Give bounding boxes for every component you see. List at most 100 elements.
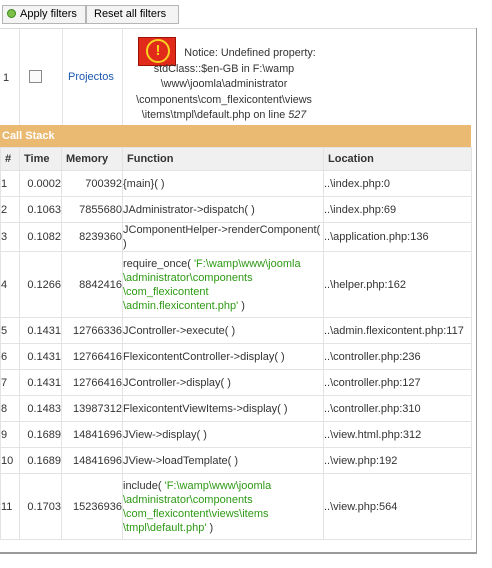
call-function: include( 'F:\wamp\www\joomla \administra… <box>122 473 324 540</box>
row-number: 1 <box>3 72 10 84</box>
call-time: 0.1082 <box>19 222 62 252</box>
call-index: 8 <box>0 395 20 422</box>
call-location: ..\view.html.php:312 <box>323 421 472 448</box>
call-time: 0.1689 <box>19 421 62 448</box>
apply-filters-label: Apply filters <box>20 8 77 20</box>
call-index: 2 <box>0 196 20 223</box>
call-memory: 8842416 <box>61 251 123 318</box>
call-memory: 14841696 <box>61 421 123 448</box>
function-name: JView->display( ) <box>123 428 207 441</box>
reset-filters-button[interactable]: Reset all filters <box>86 5 179 24</box>
call-stack-table: # Time Memory Function Location 1 0.0002 7… <box>0 147 472 540</box>
call-time: 0.1483 <box>19 395 62 422</box>
function-suffix: ) <box>238 299 245 312</box>
reset-filters-label: Reset all filters <box>94 8 167 20</box>
row-title-cell: Projectos <box>63 29 123 126</box>
call-index: 6 <box>0 343 20 370</box>
call-stack-header: Call Stack <box>0 125 471 147</box>
call-function: FlexicontentController->display( ) <box>122 343 324 370</box>
call-function: require_once( 'F:\wamp\www\joomla \admin… <box>122 251 324 318</box>
notice-line-2: stdClass::$en-GB in F:\wamp <box>153 62 295 75</box>
notice-line-3: \www\joomla\administrator <box>160 78 288 90</box>
call-memory: 8239360 <box>61 222 123 252</box>
call-function: JAdministrator->dispatch( ) <box>122 196 324 223</box>
apply-icon <box>7 9 16 18</box>
call-stack-row: 11 0.1703 15236936 include( 'F:\wamp\www\jo… <box>0 473 472 540</box>
column-header-location: Location <box>323 147 472 171</box>
call-location: ..\view.php:192 <box>323 447 472 474</box>
call-index: 4 <box>0 251 20 318</box>
call-index: 11 <box>0 473 20 540</box>
row-checkbox[interactable] <box>29 70 42 83</box>
call-stack-row: 2 0.1063 7855680 JAdministrator->dispatch( … <box>0 196 472 223</box>
call-index: 1 <box>0 170 20 197</box>
call-time: 0.1063 <box>19 196 62 223</box>
call-stack-row: 6 0.1431 12766416 FlexicontentController->d… <box>0 343 472 370</box>
call-stack-row: 3 0.1082 8239360 JComponentHelper->renderCo… <box>0 222 472 252</box>
column-header-memory: Memory <box>61 147 123 171</box>
call-memory: 12766336 <box>61 317 123 344</box>
function-name: JController->display( ) <box>123 376 231 389</box>
function-suffix: ) <box>206 521 214 534</box>
notice-line-1: Notice: Undefined property: <box>184 47 316 59</box>
call-function: JView->display( ) <box>122 421 324 448</box>
call-location: ..\admin.flexicontent.php:117 <box>323 317 472 344</box>
notice-line-4: \components\com_flexicontent\views <box>136 93 312 106</box>
notice-line-5: \items\tmpl\default.php on line 527 <box>123 108 325 124</box>
column-header-function: Function <box>122 147 324 171</box>
function-name: include( <box>123 479 162 492</box>
function-name: JController->execute( ) <box>123 324 236 337</box>
call-function: FlexicontentViewItems->display( ) <box>122 395 324 422</box>
call-time: 0.1431 <box>19 369 62 396</box>
filter-toolbar: Apply filters Reset all filters <box>0 0 492 28</box>
call-index: 10 <box>0 447 20 474</box>
apply-filters-button[interactable]: Apply filters <box>2 5 86 24</box>
row-checkbox-cell <box>20 29 63 126</box>
notice-line-5-text: \items\tmpl\default.php on line <box>141 109 289 121</box>
notice-box: ! Notice: Undefined property: stdClass::… <box>123 29 325 126</box>
header-time-label: Time <box>24 153 50 165</box>
call-location: ..\view.php:564 <box>323 473 472 540</box>
call-memory: 14841696 <box>61 447 123 474</box>
item-row: 1 Projectos ! Notice: Undefined property… <box>0 28 476 126</box>
call-memory: 13987312 <box>61 395 123 422</box>
notice-line-number: 527 <box>288 109 307 121</box>
call-stack-row: 7 0.1431 12766416 JController->display( )..… <box>0 369 472 396</box>
call-stack-row: 8 0.1483 13987312 FlexicontentViewItems->di… <box>0 395 472 422</box>
call-time: 0.1431 <box>19 343 62 370</box>
call-memory: 700392 <box>61 170 123 197</box>
call-memory: 7855680 <box>61 196 123 223</box>
call-function: JView->loadTemplate( ) <box>122 447 324 474</box>
function-name: FlexicontentViewItems->display( ) <box>123 402 288 415</box>
function-name: {main}( ) <box>123 177 165 190</box>
call-function: {main}( ) <box>122 170 324 197</box>
column-header-number: # <box>0 147 20 171</box>
call-location: ..\index.php:69 <box>323 196 472 223</box>
header-number-label: # <box>5 153 12 165</box>
call-location: ..\application.php:136 <box>323 222 472 252</box>
header-location-label: Location <box>328 153 374 165</box>
function-name: require_once( <box>123 257 191 270</box>
call-memory: 12766416 <box>61 369 123 396</box>
call-stack-row: 9 0.1689 14841696 JView->display( ) ..\view.… <box>0 421 472 448</box>
call-function: JComponentHelper->renderComponent( ) <box>122 222 324 252</box>
notice-message: Notice: Undefined property: stdClass::$e… <box>123 46 325 124</box>
header-function-label: Function <box>127 153 174 165</box>
right-border <box>476 28 477 554</box>
call-stack-header-row: # Time Memory Function Location <box>0 147 472 171</box>
call-time: 0.1431 <box>19 317 62 344</box>
bottom-border <box>0 552 476 554</box>
function-name: JView->loadTemplate( ) <box>123 454 239 467</box>
call-location: ..\controller.php:127 <box>323 369 472 396</box>
call-function: JController->display( ) <box>122 369 324 396</box>
call-location: ..\helper.php:162 <box>323 251 472 318</box>
call-time: 0.1266 <box>19 251 62 318</box>
call-location: ..\index.php:0 <box>323 170 472 197</box>
call-index: 5 <box>0 317 20 344</box>
call-index: 3 <box>0 222 20 252</box>
call-time: 0.1703 <box>19 473 62 540</box>
column-header-time: Time <box>19 147 62 171</box>
call-memory: 12766416 <box>61 343 123 370</box>
item-title-link[interactable]: Projectos <box>68 71 114 83</box>
function-name: FlexicontentController->display( ) <box>123 350 285 363</box>
